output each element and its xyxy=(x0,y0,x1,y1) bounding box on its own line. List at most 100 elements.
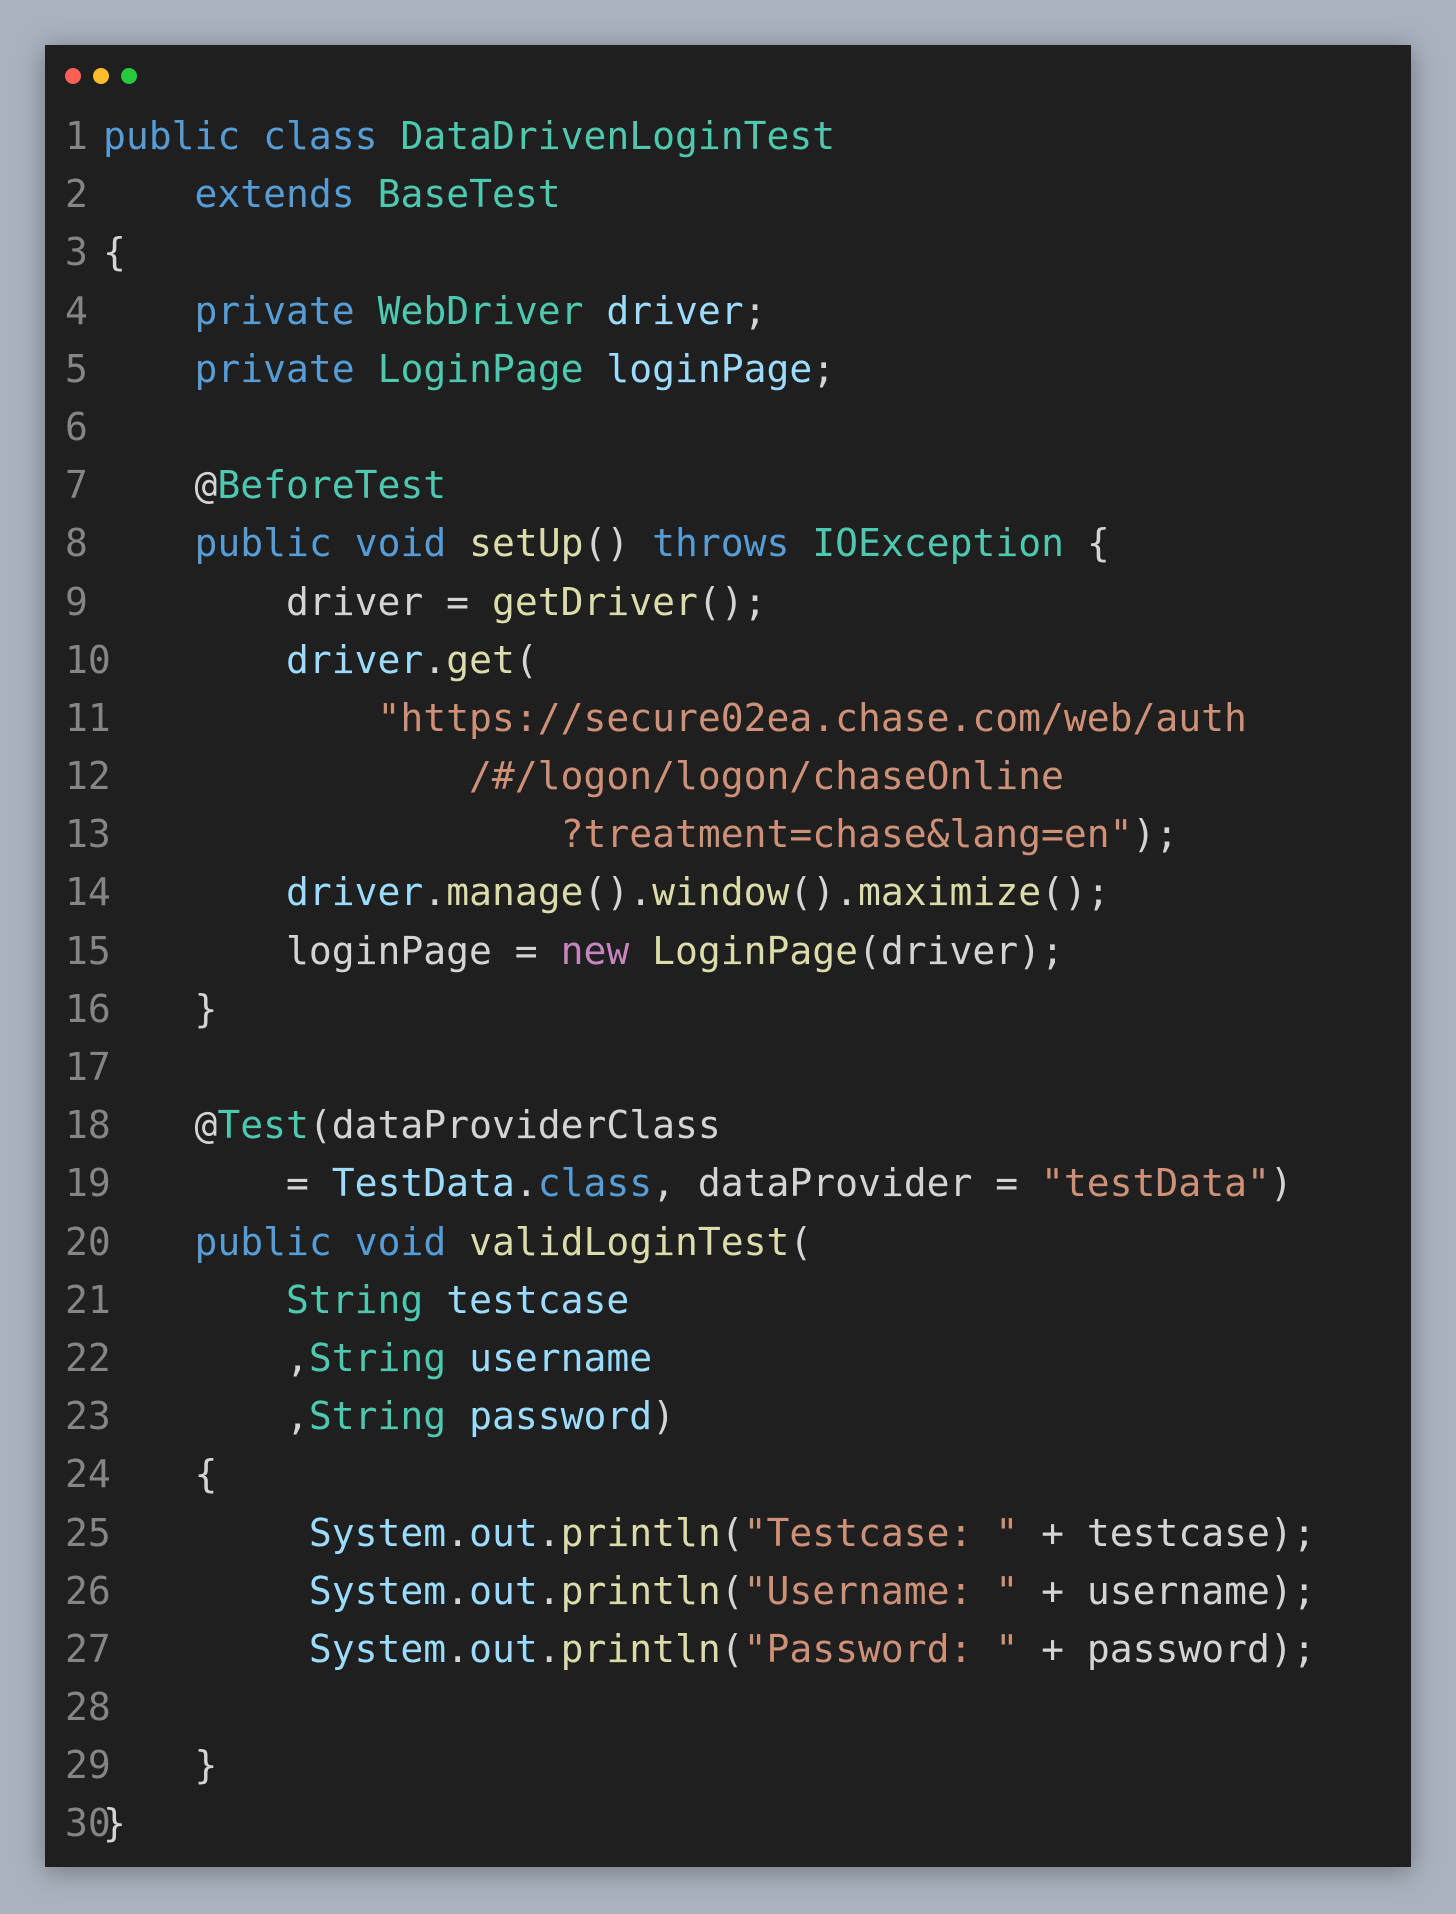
code-line: 25 System.out.println("Testcase: " + tes… xyxy=(65,1504,1411,1562)
code-token: println xyxy=(560,1626,721,1671)
code-text: } xyxy=(103,980,218,1038)
code-token: WebDriver xyxy=(377,288,584,333)
code-line: 11 "https://secure02ea.chase.com/web/aut… xyxy=(65,689,1411,747)
code-line: 23 ,String password) xyxy=(65,1387,1411,1445)
code-line: 18 @Test(dataProviderClass xyxy=(65,1096,1411,1154)
line-number: 1 xyxy=(65,114,88,158)
code-token: get xyxy=(446,637,515,682)
code-token: "Password: " xyxy=(743,1626,1019,1671)
code-text: } xyxy=(103,1736,218,1794)
code-text: private LoginPage loginPage; xyxy=(103,340,836,398)
code-token: . xyxy=(537,1510,561,1555)
code-text: "https://secure02ea.chase.com/web/auth xyxy=(103,689,1247,747)
code-token: ?treatment=chase&lang=en" xyxy=(560,812,1133,857)
line-number: 3 xyxy=(65,230,88,275)
code-text: = TestData.class, dataProvider = "testDa… xyxy=(103,1154,1293,1212)
minimize-dot-icon[interactable] xyxy=(93,68,109,84)
code-token: () xyxy=(583,521,653,566)
code-text: driver.manage().window().maximize(); xyxy=(103,863,1110,921)
code-token: + testcase); xyxy=(1018,1510,1316,1555)
code-token: void xyxy=(354,521,447,566)
code-token: @ xyxy=(194,463,218,508)
code-token: extends xyxy=(194,172,355,217)
code-token: LoginPage xyxy=(377,346,584,391)
code-token: username xyxy=(469,1335,653,1380)
line-number: 14 xyxy=(65,870,111,915)
code-line: 15 loginPage = new LoginPage(driver); xyxy=(65,922,1411,980)
code-token: setUp xyxy=(469,521,584,566)
line-number: 25 xyxy=(65,1510,111,1555)
code-line: 2 extends BaseTest xyxy=(65,165,1411,223)
code-editor: 1 public class DataDrivenLoginTest 2 exten… xyxy=(65,107,1411,1853)
code-token: private xyxy=(194,288,355,333)
code-line: 6 xyxy=(65,398,1411,456)
code-token: println xyxy=(560,1510,721,1555)
code-token: (). xyxy=(583,870,653,915)
code-text: } xyxy=(103,1794,126,1852)
code-text: driver = getDriver(); xyxy=(103,573,766,631)
code-token: public xyxy=(103,114,241,158)
line-number: 10 xyxy=(65,637,111,682)
code-token: DataDrivenLoginTest xyxy=(400,114,836,158)
code-token: Test xyxy=(217,1103,309,1148)
code-token: "Testcase: " xyxy=(743,1510,1019,1555)
line-number: 30 xyxy=(65,1801,111,1846)
code-token: out xyxy=(469,1568,538,1613)
line-number: 26 xyxy=(65,1568,111,1613)
code-token: IOException xyxy=(812,521,1064,566)
code-token: maximize xyxy=(858,870,1042,915)
code-text: private WebDriver driver; xyxy=(103,282,767,340)
code-line: 16 } xyxy=(65,980,1411,1038)
line-number: 27 xyxy=(65,1626,111,1671)
code-token: ) xyxy=(652,1394,676,1439)
code-text: ?treatment=chase&lang=en"); xyxy=(103,805,1179,863)
close-dot-icon[interactable] xyxy=(65,68,81,84)
code-token: out xyxy=(469,1626,538,1671)
code-token: } xyxy=(194,1743,218,1788)
code-token: driver = xyxy=(286,579,492,624)
code-token: { xyxy=(1063,521,1110,566)
code-token: System xyxy=(308,1568,447,1613)
code-token: @ xyxy=(194,1103,218,1148)
code-window: 1 public class DataDrivenLoginTest 2 exten… xyxy=(45,45,1411,1867)
code-token: = xyxy=(286,1161,332,1206)
line-number: 15 xyxy=(65,928,111,973)
code-token: ( xyxy=(720,1568,744,1613)
code-token: throws xyxy=(652,521,790,566)
code-token: ) xyxy=(1269,1161,1293,1206)
maximize-dot-icon[interactable] xyxy=(121,68,137,84)
code-text: { xyxy=(103,1445,218,1503)
code-text: ,String username xyxy=(103,1329,652,1387)
code-token: ); xyxy=(1132,812,1179,857)
line-number: 6 xyxy=(65,404,88,449)
line-number: 18 xyxy=(65,1103,111,1148)
code-text: @Test(dataProviderClass xyxy=(103,1096,721,1154)
code-line: 13 ?treatment=chase&lang=en"); xyxy=(65,805,1411,863)
code-token: (); xyxy=(1041,870,1110,915)
code-token: . xyxy=(446,1568,470,1613)
code-line: 7 @BeforeTest xyxy=(65,456,1411,514)
code-token: BeforeTest xyxy=(217,463,447,508)
